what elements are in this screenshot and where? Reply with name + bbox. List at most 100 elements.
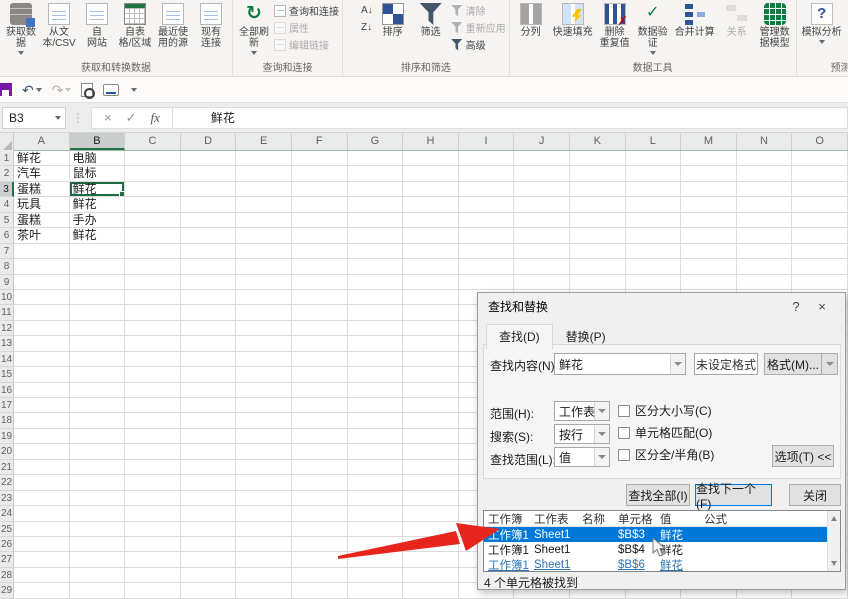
cell-O3[interactable] [792, 182, 848, 197]
select-all-corner[interactable] [0, 133, 14, 151]
cell-F5[interactable] [292, 213, 348, 228]
cell-I6[interactable] [459, 228, 515, 243]
cell-D29[interactable] [181, 583, 237, 598]
cell-G10[interactable] [348, 290, 404, 305]
cell-D10[interactable] [181, 290, 237, 305]
cell-A20[interactable] [14, 444, 70, 459]
cell-F3[interactable] [292, 182, 348, 197]
cell-C10[interactable] [125, 290, 181, 305]
cell-L7[interactable] [626, 244, 682, 259]
format-dropdown[interactable] [821, 354, 837, 374]
cell-B7[interactable] [70, 244, 126, 259]
cell-F28[interactable] [292, 568, 348, 583]
cell-B18[interactable] [70, 413, 126, 428]
options-toggle-button[interactable]: 选项(T) << [772, 445, 834, 467]
column-header-D[interactable]: D [181, 133, 237, 150]
row-header-13[interactable]: 13 [0, 336, 14, 351]
customize-qat-button[interactable] [129, 88, 137, 92]
cell-B27[interactable] [70, 552, 126, 567]
cell-H3[interactable] [403, 182, 459, 197]
cell-E18[interactable] [236, 413, 292, 428]
cell-D4[interactable] [181, 197, 237, 212]
cell-M1[interactable] [681, 151, 737, 166]
cell-C3[interactable] [125, 182, 181, 197]
row-header-15[interactable]: 15 [0, 367, 14, 382]
cell-G19[interactable] [348, 429, 404, 444]
cell-A10[interactable] [14, 290, 70, 305]
cell-C1[interactable] [125, 151, 181, 166]
cell-F2[interactable] [292, 166, 348, 181]
cell-C25[interactable] [125, 522, 181, 537]
cell-B10[interactable] [70, 290, 126, 305]
cell-N7[interactable] [737, 244, 793, 259]
cell-G3[interactable] [348, 182, 404, 197]
cell-E5[interactable] [236, 213, 292, 228]
dialog-titlebar[interactable]: 查找和替换 ? × [478, 293, 845, 319]
row-header-20[interactable]: 20 [0, 444, 14, 459]
cell-H10[interactable] [403, 290, 459, 305]
row-header-10[interactable]: 10 [0, 290, 14, 305]
cell-A14[interactable] [14, 352, 70, 367]
ribbon-button[interactable]: A↓ [346, 3, 373, 18]
find-next-button[interactable]: 查找下一个(F) [695, 484, 772, 506]
cell-G26[interactable] [348, 537, 404, 552]
cell-H19[interactable] [403, 429, 459, 444]
touch-mode-button[interactable] [103, 84, 119, 96]
row-header-4[interactable]: 4 [0, 197, 14, 212]
look-in-dropdown[interactable] [594, 448, 609, 466]
cell-K2[interactable] [570, 166, 626, 181]
cell-M5[interactable] [681, 213, 737, 228]
row-header-1[interactable]: 1 [0, 151, 14, 166]
cell-C18[interactable] [125, 413, 181, 428]
cell-M6[interactable] [681, 228, 737, 243]
cell-B15[interactable] [70, 367, 126, 382]
cell-D24[interactable] [181, 506, 237, 521]
cell-C22[interactable] [125, 475, 181, 490]
cell-H7[interactable] [403, 244, 459, 259]
column-header-C[interactable]: C [125, 133, 181, 150]
ribbon-button[interactable]: 属性 [274, 20, 339, 35]
row-header-24[interactable]: 24 [0, 506, 14, 521]
cell-H5[interactable] [403, 213, 459, 228]
column-header-I[interactable]: I [459, 133, 515, 150]
cell-J7[interactable] [514, 244, 570, 259]
cell-A17[interactable] [14, 398, 70, 413]
ribbon-button[interactable]: 从文 本/CSV [40, 1, 78, 51]
cell-L9[interactable] [626, 275, 682, 290]
cell-K9[interactable] [570, 275, 626, 290]
cell-H26[interactable] [403, 537, 459, 552]
cell-D15[interactable] [181, 367, 237, 382]
cell-C19[interactable] [125, 429, 181, 444]
row-header-22[interactable]: 22 [0, 475, 14, 490]
column-header-H[interactable]: H [403, 133, 459, 150]
cell-D1[interactable] [181, 151, 237, 166]
match-cell-checkbox-row[interactable]: 单元格匹配(O) [618, 424, 712, 441]
cell-D8[interactable] [181, 259, 237, 274]
cell-A5[interactable]: 蛋糕 [14, 213, 70, 228]
ribbon-button[interactable]: 筛选 [412, 1, 450, 40]
name-box[interactable]: B3 [2, 107, 66, 129]
cell-C12[interactable] [125, 321, 181, 336]
cell-A19[interactable] [14, 429, 70, 444]
cell-G5[interactable] [348, 213, 404, 228]
save-button[interactable] [2, 83, 12, 96]
row-header-25[interactable]: 25 [0, 522, 14, 537]
formula-bar-input[interactable]: 鲜花 [173, 107, 848, 129]
ribbon-button[interactable]: 数据验 证 [634, 1, 672, 57]
cell-K1[interactable] [570, 151, 626, 166]
cell-G6[interactable] [348, 228, 404, 243]
column-header-G[interactable]: G [348, 133, 404, 150]
column-header-M[interactable]: M [681, 133, 737, 150]
cell-K4[interactable] [570, 197, 626, 212]
enter-button[interactable]: ✓ [126, 110, 137, 126]
cell-F26[interactable] [292, 537, 348, 552]
ribbon-button[interactable]: 最近使 用的源 [154, 1, 192, 51]
format-button[interactable]: 格式(M)... [764, 353, 838, 375]
cell-C11[interactable] [125, 305, 181, 320]
cell-I4[interactable] [459, 197, 515, 212]
cell-I7[interactable] [459, 244, 515, 259]
cell-G2[interactable] [348, 166, 404, 181]
cell-F7[interactable] [292, 244, 348, 259]
cell-E21[interactable] [236, 460, 292, 475]
cell-M9[interactable] [681, 275, 737, 290]
